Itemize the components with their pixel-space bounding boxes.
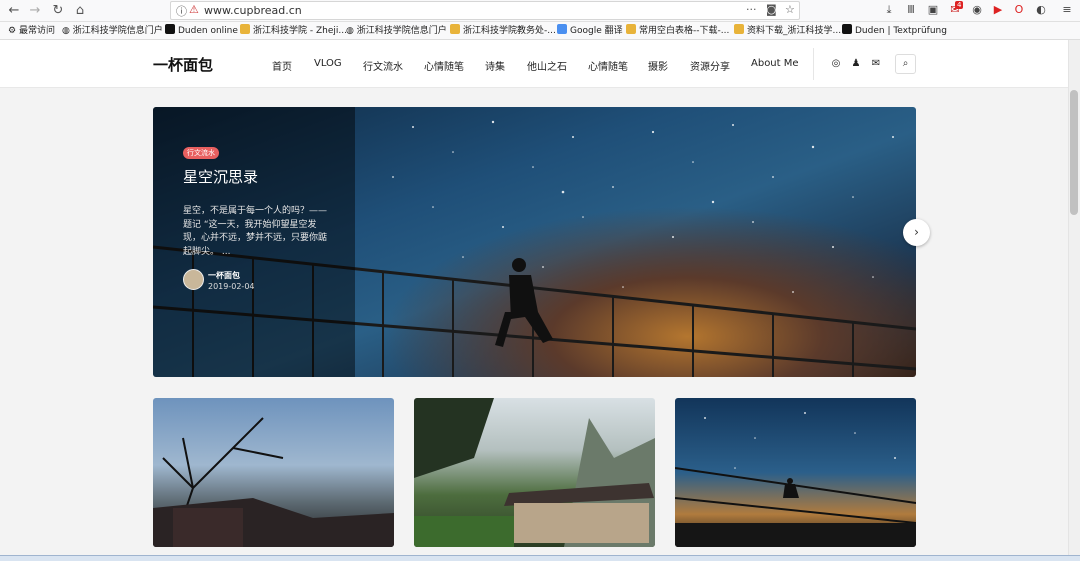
mail-icon[interactable]: ✉	[869, 57, 883, 71]
url-text[interactable]: www.cupbread.cn	[204, 4, 302, 17]
nav-poems[interactable]: 诗集	[485, 58, 505, 73]
flag-icon	[240, 24, 250, 34]
insecure-icon[interactable]: ⚠	[189, 3, 199, 16]
card-image	[414, 398, 655, 547]
flag-icon	[450, 24, 460, 34]
post-date: 2019-02-04	[208, 282, 255, 291]
globe-icon: ◍	[346, 26, 357, 36]
post-card[interactable]	[414, 398, 655, 547]
home-icon[interactable]: ⌂	[72, 3, 88, 19]
divider	[813, 48, 814, 80]
bookmark-item[interactable]: ◍ 浙江科技学院信息门户	[346, 24, 447, 38]
category-tag[interactable]: 行文流水	[183, 147, 219, 159]
post-card[interactable]	[153, 398, 394, 547]
search-icon: ⌕	[902, 58, 909, 69]
hero-slide[interactable]: 行文流水 星空沉思录 星空，不是属于每一个人的吗？——题记 “这一天，我开始仰望…	[153, 107, 916, 377]
os-taskbar	[0, 555, 1080, 561]
bookmark-item[interactable]: Google 翻译	[557, 24, 623, 38]
bookmark-item[interactable]: ⚙ 最常访问	[8, 24, 55, 38]
hero-caption-panel: 行文流水 星空沉思录 星空，不是属于每一个人的吗？——题记 “这一天，我开始仰望…	[153, 107, 355, 377]
bookmark-item[interactable]: Duden | Textprüfung	[842, 24, 947, 38]
d-icon	[165, 24, 175, 34]
post-card[interactable]	[675, 398, 916, 547]
library-icon[interactable]: Ⅲ	[904, 3, 918, 17]
bookmarks-bar: ⚙ 最常访问 ◍ 浙江科技学院信息门户 Duden online 浙江科技学院 …	[0, 22, 1080, 40]
reload-icon[interactable]: ↻	[50, 3, 66, 19]
author-name[interactable]: 一杯面包	[208, 270, 240, 281]
nav-about[interactable]: About Me	[751, 58, 799, 69]
nav-essays[interactable]: 心情随笔	[424, 58, 464, 73]
nav-prose[interactable]: 行文流水	[363, 58, 403, 73]
d-icon	[842, 24, 852, 34]
address-bar[interactable]: ⓘ ⚠ www.cupbread.cn ··· ◙ ☆	[170, 1, 800, 20]
nav-others[interactable]: 他山之石	[527, 58, 567, 73]
scrollbar-thumb[interactable]	[1070, 90, 1078, 215]
chevron-right-icon: ›	[914, 225, 919, 239]
pocket-icon[interactable]: ◙	[766, 3, 777, 16]
bookmark-item[interactable]: 浙江科技学院 - Zheji...	[240, 24, 347, 38]
sidebar-icon[interactable]: ▣	[926, 3, 940, 17]
flag-icon	[734, 24, 744, 34]
nav-vlog[interactable]: VLOG	[314, 58, 342, 69]
bookmark-item[interactable]: 资料下载_浙江科技学...	[734, 24, 841, 38]
more-icon[interactable]: ···	[746, 3, 757, 16]
bookmark-item[interactable]: ◍ 浙江科技学院信息门户	[62, 24, 163, 38]
info-icon[interactable]: ⓘ	[176, 3, 187, 19]
extension-icon[interactable]: ◉	[970, 3, 984, 17]
gear-icon: ⚙	[8, 26, 19, 36]
bookmark-item[interactable]: Duden online	[165, 24, 238, 38]
qq-icon[interactable]: ♟	[849, 57, 863, 71]
youtube-icon[interactable]: ▶	[991, 3, 1005, 17]
notification-badge: 4	[955, 1, 964, 9]
google-icon	[557, 24, 567, 34]
weibo-icon[interactable]: ◎	[829, 57, 843, 71]
site-header: 一杯面包 首页 VLOG 行文流水 心情随笔 诗集 他山之石 心情随笔 摄影 资…	[0, 40, 1068, 88]
site-logo[interactable]: 一杯面包	[153, 54, 213, 75]
nav-essays-2[interactable]: 心情随笔	[588, 58, 628, 73]
back-icon[interactable]: ←	[6, 3, 22, 19]
flag-icon	[626, 24, 636, 34]
browser-toolbar: ← → ↻ ⌂ ⓘ ⚠ www.cupbread.cn ··· ◙ ☆ ⤓ Ⅲ …	[0, 0, 1080, 22]
search-button[interactable]: ⌕	[895, 54, 916, 74]
card-image	[675, 412, 916, 547]
nav-home[interactable]: 首页	[272, 58, 292, 73]
extension-icon[interactable]: ◐	[1034, 3, 1048, 17]
hero-title[interactable]: 星空沉思录	[183, 166, 258, 187]
hamburger-icon[interactable]: ≡	[1060, 3, 1074, 17]
star-icon[interactable]: ☆	[785, 3, 795, 16]
slider-next-button[interactable]: ›	[903, 219, 930, 246]
download-icon[interactable]: ⤓	[882, 3, 896, 17]
bookmark-item[interactable]: 常用空白表格--下载-...	[626, 24, 729, 38]
globe-icon: ◍	[62, 26, 73, 36]
forward-icon[interactable]: →	[27, 3, 43, 19]
hero-excerpt: 星空，不是属于每一个人的吗？——题记 “这一天，我开始仰望星空发现，心并不远，梦…	[183, 206, 328, 257]
nav-resources[interactable]: 资源分享	[690, 58, 730, 73]
avatar	[183, 269, 204, 290]
bookmark-item[interactable]: 浙江科技学院教务处-...	[450, 24, 556, 38]
card-image	[153, 417, 394, 547]
opera-icon[interactable]: O	[1012, 3, 1026, 17]
nav-photo[interactable]: 摄影	[648, 58, 668, 73]
